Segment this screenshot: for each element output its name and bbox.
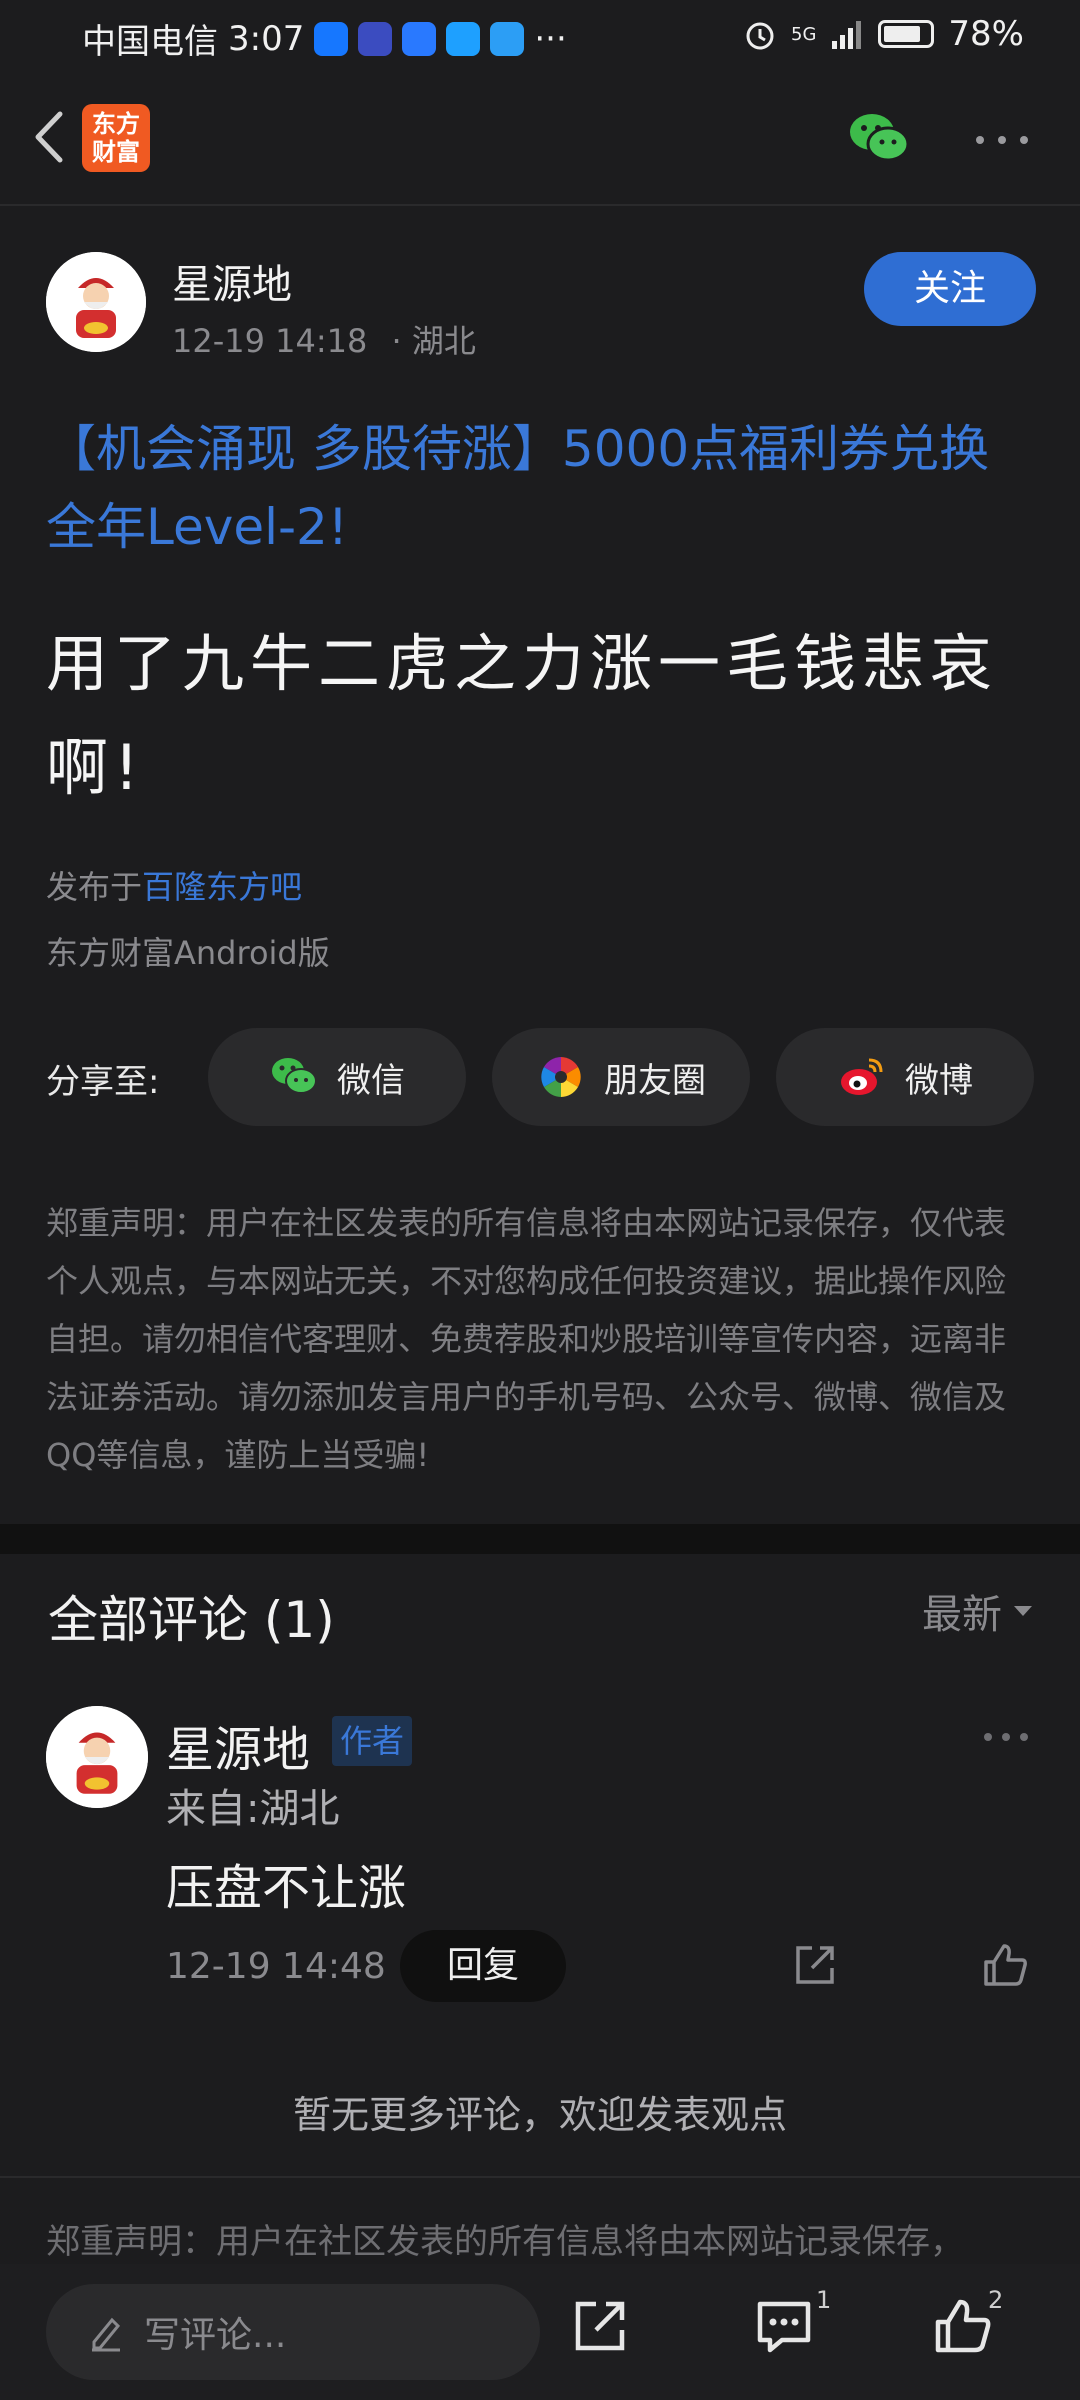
comment-share-icon[interactable] [792, 1942, 838, 1988]
alipay-icon [314, 21, 349, 56]
share-row: 分享至: 微信 朋友圈 微博 [46, 1028, 1036, 1128]
bottom-action-bar: 写评论... 1 2 [0, 2264, 1080, 2400]
browser-icon [490, 21, 525, 56]
follow-button[interactable]: 关注 [864, 252, 1036, 326]
divider-line [0, 2176, 1080, 2178]
sort-dropdown[interactable]: 最新 [922, 1582, 1034, 1640]
eastmoney-logo[interactable]: 东方 财富 [82, 104, 150, 172]
forum-link[interactable]: 百隆东方吧 [142, 868, 302, 906]
top-nav-bar: 东方 财富 [0, 72, 1080, 206]
share-weibo-button[interactable]: 微博 [776, 1028, 1034, 1126]
author-avatar[interactable] [46, 252, 146, 352]
comment-like-icon[interactable] [980, 1940, 1030, 1990]
post-time: 12-19 14:18 [172, 322, 368, 360]
comment-input[interactable]: 写评论... [46, 2284, 540, 2380]
status-bar: 中国电信 3:07 ··· 5G 78% [0, 0, 1080, 72]
comment-location: 来自:湖北 [166, 1786, 340, 1832]
moments-icon [541, 1057, 581, 1097]
comment-more-icon[interactable] [982, 1730, 1030, 1744]
back-arrow-icon[interactable] [22, 102, 82, 172]
client-source: 东方财富Android版 [46, 934, 330, 972]
more-notifications-icon: ··· [534, 18, 567, 59]
author-name[interactable]: 星源地 [172, 252, 292, 310]
post-meta: 12-19 14:18 · 湖北 [172, 316, 476, 362]
post-location: · 湖北 [391, 322, 476, 360]
signal-icon [832, 21, 862, 49]
published-in: 发布于百隆东方吧 [46, 868, 303, 906]
share-moments-button[interactable]: 朋友圈 [492, 1028, 750, 1126]
comment-count: 1 [816, 2286, 832, 2314]
comment-author-avatar[interactable] [46, 1706, 148, 1808]
caishen-avatar-icon [46, 252, 146, 352]
more-options-icon[interactable] [972, 132, 1032, 148]
comment-icon[interactable] [752, 2294, 816, 2358]
section-divider [0, 1524, 1080, 1554]
wechat-icon [272, 1058, 317, 1094]
carrier: 中国电信 [82, 22, 218, 62]
like-icon[interactable] [930, 2294, 994, 2358]
bulb-icon [402, 21, 437, 56]
share-icon[interactable] [568, 2294, 632, 2358]
disclaimer: 郑重声明：用户在社区发表的所有信息将由本网站记录保存，仅代表个人观点，与本网站无… [46, 1204, 1007, 1474]
comment-time: 12-19 14:48 [166, 1946, 386, 1987]
comment-text: 压盘不让涨 [166, 1860, 407, 1916]
share-wechat-button[interactable]: 微信 [208, 1028, 466, 1126]
author-badge: 作者 [332, 1716, 413, 1766]
like-count: 2 [988, 2286, 1004, 2314]
comments-header: 全部评论 (1) [48, 1591, 335, 1649]
post-title: 用了九牛二虎之力涨一毛钱悲哀啊! [46, 627, 999, 804]
caret-down-icon [1014, 1606, 1032, 1616]
share-label: 分享至: [46, 1062, 160, 1102]
clock: 3:07 [228, 18, 305, 59]
no-more-comments: 暂无更多评论，欢迎发表观点 [292, 2093, 787, 2137]
post-author-row: 星源地 12-19 14:18 · 湖北 关注 [46, 252, 1036, 360]
network-label: 5G [791, 23, 817, 45]
weather-icon [446, 21, 481, 56]
battery-icon [878, 20, 935, 48]
alarm-icon [746, 22, 774, 50]
battery-percent: 78% [948, 14, 1024, 54]
comment-author-name[interactable]: 星源地 [166, 1710, 310, 1780]
footer-disclaimer: 郑重声明：用户在社区发表的所有信息将由本网站记录保存， [46, 2222, 964, 2262]
promo-link[interactable]: 【机会涌现 多股待涨】5000点福利券兑换全年Level-2! [46, 410, 1036, 566]
weibo-icon [841, 1058, 883, 1095]
tieba-icon [358, 21, 393, 56]
pencil-icon [92, 2317, 121, 2352]
caishen-avatar-icon [46, 1706, 148, 1808]
reply-button[interactable]: 回复 [400, 1930, 566, 2002]
wechat-share-icon[interactable] [846, 108, 912, 168]
